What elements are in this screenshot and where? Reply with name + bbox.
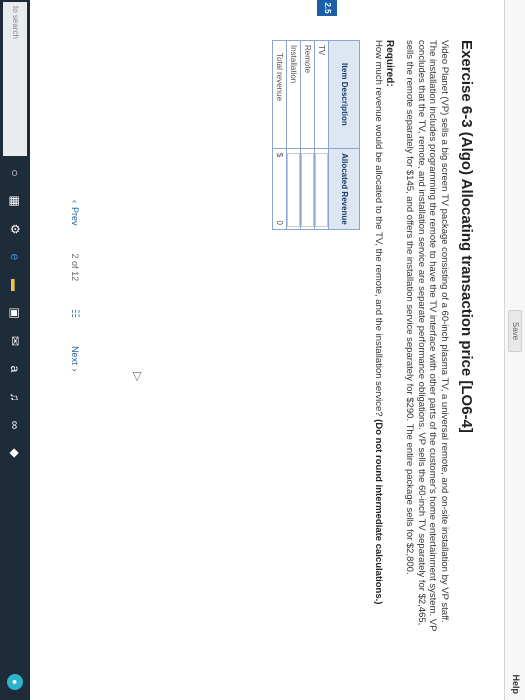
exercise-content: Exercise 6-3 (Algo) Allocating transacti… <box>273 40 475 640</box>
page-of: of <box>70 261 80 269</box>
mail-icon[interactable]: ✉ <box>4 330 26 352</box>
help-link[interactable]: Help <box>511 674 521 694</box>
question-main: How much revenue would be allocated to t… <box>373 40 384 417</box>
next-label: Next <box>70 346 80 365</box>
grid-icon[interactable]: ☷ <box>70 309 81 318</box>
infinity-icon[interactable]: ∞ <box>4 414 26 436</box>
total-row: Total revenue $ 0 <box>273 40 287 230</box>
page-count: 2 of 12 <box>70 254 80 282</box>
tray-app-icon[interactable]: ● <box>7 674 23 690</box>
row-label-remote: Remote <box>301 40 315 149</box>
settings-icon[interactable]: ⚙ <box>4 218 26 240</box>
header-allocated-revenue: Allocated Revenue <box>329 148 360 230</box>
installation-revenue-input[interactable] <box>287 152 301 227</box>
amazon-icon[interactable]: a <box>4 358 26 380</box>
exercise-body: Video Planet (VP) sells a big screen TV … <box>404 40 451 632</box>
mouse-cursor-icon: ▷ <box>131 372 145 382</box>
tv-revenue-input[interactable] <box>315 152 329 227</box>
prev-button[interactable]: ‹ Prev <box>70 200 80 226</box>
chevron-right-icon: › <box>70 368 80 372</box>
page-current: 2 <box>70 253 80 259</box>
file-explorer-icon[interactable]: ▬ <box>4 274 26 296</box>
edge-browser-icon[interactable]: e <box>4 246 26 268</box>
remote-revenue-input[interactable] <box>301 152 315 227</box>
tv-revenue-cell <box>315 148 329 230</box>
prev-label: Prev <box>70 207 80 226</box>
side-tab[interactable]: 2.5 <box>317 0 337 16</box>
installation-revenue-cell <box>287 148 301 230</box>
remote-revenue-cell <box>301 148 315 230</box>
total-label: Total revenue <box>273 40 287 149</box>
required-label: Required: <box>384 40 395 87</box>
media-app-icon[interactable]: ◆ <box>4 442 26 464</box>
chevron-left-icon: ‹ <box>70 200 80 203</box>
question-emphasis: (Do not round intermediate calculations.… <box>373 419 384 605</box>
allocation-table: Item Description Allocated Revenue TV Re… <box>273 40 361 230</box>
table-row: Installation <box>287 40 301 230</box>
total-currency: $ <box>275 152 285 158</box>
row-label-tv: TV <box>315 40 329 149</box>
taskbar: to search ○ ▦ ⚙ e ▬ ▣ ✉ a ♫ ∞ ◆ ● <box>0 0 30 700</box>
question-text: How much revenue would be allocated to t… <box>373 40 384 640</box>
table-row: Remote <box>301 40 315 230</box>
page-total: 12 <box>70 271 80 282</box>
mic-icon[interactable]: ○ <box>4 162 26 184</box>
exercise-title: Exercise 6-3 (Algo) Allocating transacti… <box>458 40 475 433</box>
save-button[interactable]: Save <box>508 310 522 352</box>
taskbar-search-input[interactable]: to search <box>3 2 27 156</box>
store-icon[interactable]: ▣ <box>4 302 26 324</box>
header-item-description: Item Description <box>329 40 360 149</box>
table-row: TV <box>315 40 329 230</box>
total-value-cell: $ 0 <box>273 148 287 230</box>
task-view-icon[interactable]: ▦ <box>4 190 26 212</box>
music-icon[interactable]: ♫ <box>4 386 26 408</box>
total-amount: 0 <box>275 220 285 225</box>
total-value: $ 0 <box>276 153 285 225</box>
top-bar: Save Help <box>504 0 525 700</box>
screen: Save Help 2.5 Exercise 6-3 (Algo) Alloca… <box>0 0 525 700</box>
next-button[interactable]: Next › <box>70 346 80 372</box>
row-label-installation: Installation <box>287 40 301 149</box>
pagination: ‹ Prev 2 of 12 ☷ Next › <box>65 200 85 460</box>
